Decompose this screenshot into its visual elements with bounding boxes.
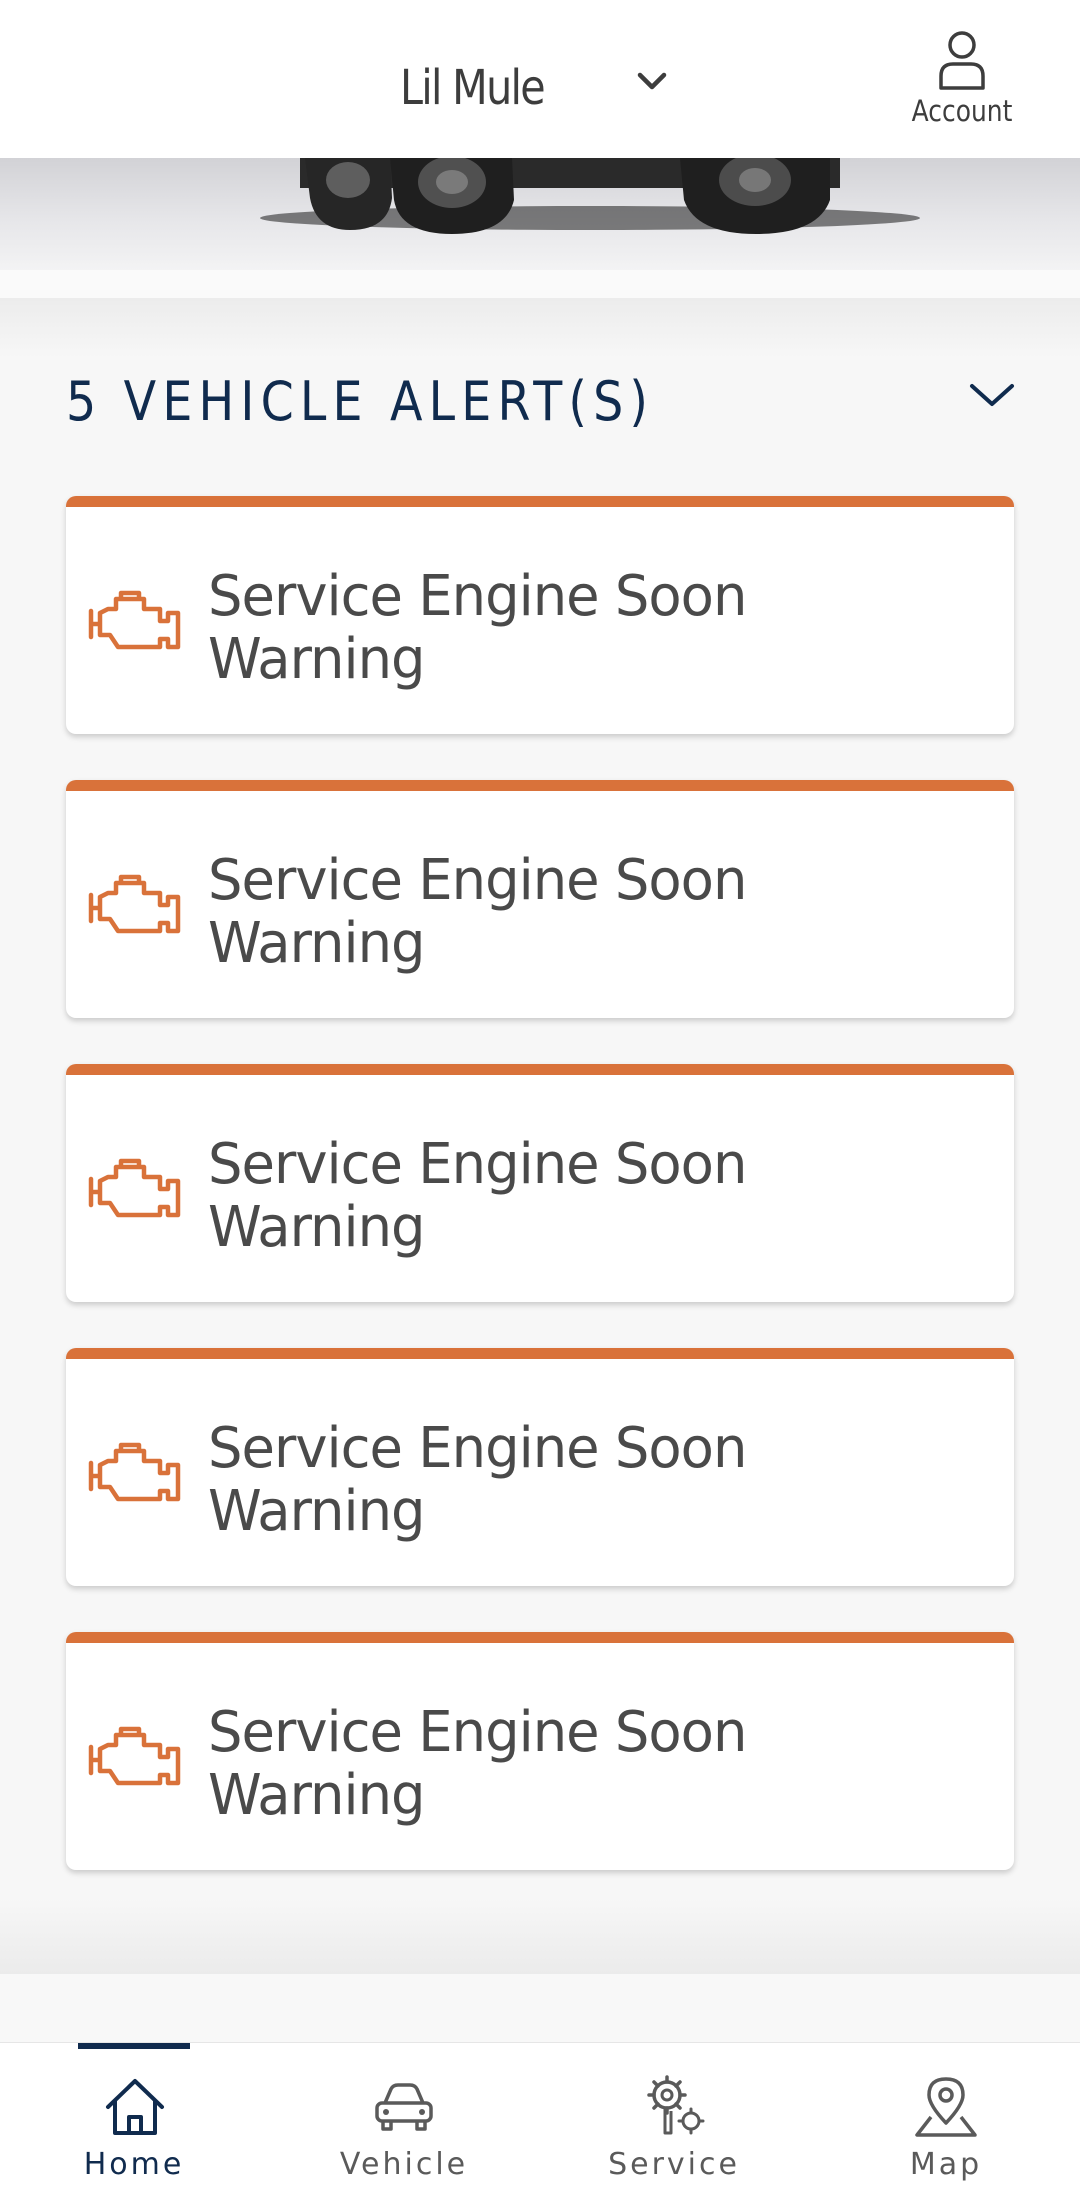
alert-card[interactable]: Service Engine Soon Warning: [66, 496, 1014, 734]
nav-service[interactable]: Service: [574, 2043, 774, 2199]
bottom-navigation: Home Vehicle Service Map: [0, 2042, 1080, 2199]
alert-card[interactable]: Service Engine Soon Warning: [66, 1348, 1014, 1586]
engine-icon: [88, 1442, 181, 1502]
engine-icon: [88, 1726, 181, 1786]
alert-label: Service Engine Soon Warning: [208, 564, 747, 692]
app-header: Lil Mule Account: [0, 0, 1080, 158]
alert-card[interactable]: Service Engine Soon Warning: [66, 1632, 1014, 1870]
service-gears-icon: [647, 2075, 705, 2135]
nav-map[interactable]: Map: [846, 2043, 1046, 2199]
vehicle-alerts-section: 5 VEHICLE ALERT(S) Service Engine Soon W…: [0, 298, 1080, 1974]
user-icon: [939, 31, 985, 90]
alerts-title: 5 VEHICLE ALERT(S): [66, 370, 655, 433]
alert-card[interactable]: Service Engine Soon Warning: [66, 780, 1014, 1018]
content-spacer: [0, 1974, 1080, 2042]
alert-label: Service Engine Soon Warning: [208, 1132, 747, 1260]
account-button[interactable]: Account: [900, 28, 1024, 140]
alert-card[interactable]: Service Engine Soon Warning: [66, 1064, 1014, 1302]
active-tab-indicator: [78, 2043, 190, 2049]
nav-home[interactable]: Home: [34, 2043, 234, 2199]
alert-label: Service Engine Soon Warning: [208, 1416, 747, 1544]
engine-icon: [88, 590, 181, 650]
car-icon: [375, 2083, 433, 2131]
nav-label-home: Home: [83, 2147, 185, 2182]
nav-label-vehicle: Vehicle: [339, 2147, 469, 2182]
alert-label: Service Engine Soon Warning: [208, 1700, 747, 1828]
nav-label-map: Map: [909, 2147, 983, 2182]
account-label: Account: [911, 94, 1013, 128]
truck-wheels-image: [0, 158, 1080, 270]
map-pin-icon: [915, 2077, 977, 2137]
engine-icon: [88, 874, 181, 934]
nav-label-service: Service: [608, 2147, 740, 2182]
section-divider: [0, 270, 1080, 298]
chevron-down-icon[interactable]: [966, 370, 1018, 422]
home-icon: [106, 2079, 164, 2135]
chevron-down-icon: [637, 72, 667, 90]
nav-vehicle[interactable]: Vehicle: [304, 2043, 504, 2199]
vehicle-name: Lil Mule: [400, 60, 546, 116]
vehicle-selector[interactable]: Lil Mule: [400, 48, 667, 128]
alert-label: Service Engine Soon Warning: [208, 848, 747, 976]
engine-icon: [88, 1158, 181, 1218]
